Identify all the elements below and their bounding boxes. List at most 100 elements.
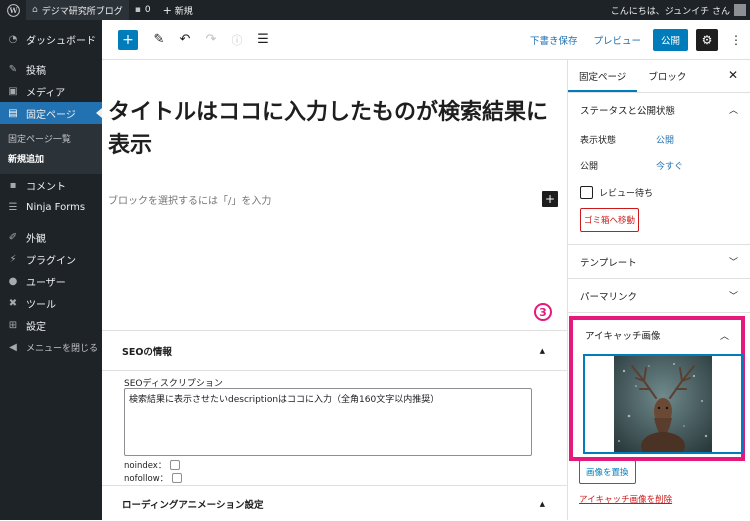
publish-label: 公開 bbox=[580, 161, 599, 172]
sidebar-item-pages[interactable]: ▤ 固定ページ bbox=[0, 102, 102, 124]
replace-image-button[interactable]: 画像を置換 bbox=[579, 460, 636, 484]
post-title[interactable]: タイトルはココに入力したものが検索結果に表示 bbox=[108, 96, 548, 162]
publish-button[interactable]: 公開 bbox=[652, 28, 688, 51]
media-icon: ▣ bbox=[8, 85, 18, 97]
sidebar-item-posts[interactable]: ✎ 投稿 bbox=[0, 58, 102, 80]
settings-tabs: 固定ページ ブロック ✕ bbox=[568, 60, 750, 93]
chevron-up-icon: ︿ bbox=[728, 106, 738, 116]
publish-date-value[interactable]: 今すぐ bbox=[656, 159, 683, 172]
noindex-row: noindex： bbox=[124, 459, 181, 471]
wrench-icon: ✖ bbox=[8, 297, 18, 309]
template-panel-title: テンプレート bbox=[580, 257, 637, 269]
noindex-label: noindex： bbox=[124, 461, 167, 471]
close-icon[interactable]: ✕ bbox=[728, 68, 738, 82]
sidebar-item-comments[interactable]: ▪ コメント bbox=[0, 174, 102, 196]
sidebar-item-label: 設定 bbox=[26, 321, 46, 333]
loading-panel-title: ローディングアニメーション設定 bbox=[122, 499, 264, 511]
editor-canvas: タイトルはココに入力したものが検索結果に表示 ブロックを選択するには「/」を入力… bbox=[102, 60, 567, 520]
submenu-add-new[interactable]: 新規追加 bbox=[0, 148, 102, 168]
settings-toggle-button[interactable]: ⚙ bbox=[696, 28, 718, 51]
svg-text:W: W bbox=[8, 6, 18, 15]
preview-button[interactable]: プレビュー bbox=[585, 33, 649, 47]
sidebar-item-media[interactable]: ▣ メディア bbox=[0, 80, 102, 102]
list-view-icon: ☰ bbox=[257, 32, 269, 47]
collapse-icon: ◀ bbox=[9, 341, 17, 353]
more-options-button[interactable]: ⋮ bbox=[722, 33, 750, 47]
sidebar-item-dashboard[interactable]: ◔ ダッシュボード bbox=[0, 28, 102, 50]
permalink-panel-header[interactable]: パーマリンク ﹀ bbox=[568, 279, 750, 312]
admin-sidebar: ◔ ダッシュボード ✎ 投稿 ▣ メディア ▤ 固定ページ 固定ページ一覧 新規… bbox=[0, 20, 102, 520]
submenu-all-pages[interactable]: 固定ページ一覧 bbox=[0, 128, 102, 148]
sidebar-item-label: メディア bbox=[26, 87, 66, 99]
details-button[interactable]: ⓘ bbox=[224, 27, 250, 53]
tab-block[interactable]: ブロック bbox=[637, 60, 697, 92]
plus-icon: + bbox=[122, 31, 134, 48]
sidebar-item-tools[interactable]: ✖ ツール bbox=[0, 292, 102, 314]
meta-boxes: SEOの情報 ▲ SEOディスクリプション 検索結果に表示させたいdescrip… bbox=[102, 330, 567, 520]
user-icon: ● bbox=[8, 275, 18, 287]
sidebar-item-ninja-forms[interactable]: ☰ Ninja Forms bbox=[0, 196, 102, 218]
comments-count: 0 bbox=[144, 5, 151, 15]
sidebar-item-label: 外観 bbox=[26, 233, 46, 245]
page-icon: ▤ bbox=[8, 107, 18, 119]
featured-image-panel-header[interactable]: アイキャッチ画像 ︿ bbox=[573, 320, 741, 350]
template-panel: テンプレート ﹀ bbox=[568, 245, 750, 279]
seo-panel-title: SEOの情報 bbox=[122, 346, 172, 358]
plus-icon: + bbox=[162, 3, 172, 17]
chevron-up-icon: ︿ bbox=[719, 331, 729, 342]
greeting-text: こんにちは、ジュンイチ さん bbox=[610, 6, 730, 17]
tab-page[interactable]: 固定ページ bbox=[568, 60, 637, 92]
sidebar-item-plugins[interactable]: ⚡ プラグイン bbox=[0, 248, 102, 270]
nofollow-row: nofollow： bbox=[124, 472, 183, 484]
remove-featured-image-link[interactable]: アイキャッチ画像を削除 bbox=[579, 493, 672, 505]
gear-icon: ⚙ bbox=[701, 32, 713, 47]
tools-button[interactable]: ✎ bbox=[146, 27, 172, 53]
save-draft-button[interactable]: 下書き保存 bbox=[522, 33, 586, 47]
template-panel-header[interactable]: テンプレート ﹀ bbox=[568, 245, 750, 278]
visibility-row: 表示状態 公開 bbox=[568, 126, 750, 152]
plus-icon: + bbox=[544, 192, 556, 206]
sidebar-item-label: メニューを閉じる bbox=[26, 343, 99, 354]
add-block-button[interactable]: + bbox=[118, 29, 138, 50]
move-to-trash-button[interactable]: ゴミ箱へ移動 bbox=[580, 208, 640, 232]
stag-photo bbox=[614, 356, 712, 452]
pending-review-checkbox[interactable] bbox=[580, 185, 593, 199]
list-view-button[interactable]: ☰ bbox=[250, 27, 276, 53]
status-panel-title: ステータスと公開状態 bbox=[580, 105, 676, 117]
new-content-link[interactable]: + 新規 bbox=[157, 0, 199, 20]
featured-image-preview[interactable] bbox=[583, 354, 743, 454]
sidebar-item-settings[interactable]: ⊞ 設定 bbox=[0, 314, 102, 336]
visibility-value[interactable]: 公開 bbox=[656, 133, 674, 146]
site-name-link[interactable]: ⌂ デジマ研究所ブログ bbox=[26, 0, 129, 20]
sidebar-item-users[interactable]: ● ユーザー bbox=[0, 270, 102, 292]
redo-button[interactable]: ↷ bbox=[198, 27, 224, 53]
form-icon: ☰ bbox=[8, 201, 18, 213]
visibility-label: 表示状態 bbox=[580, 135, 617, 146]
comments-link[interactable]: ▪ 0 bbox=[129, 0, 157, 20]
editor-toolbar: + ✎ ↶ ↷ ⓘ ☰ 下書き保存 プレビュー 公開 ⚙ ⋮ bbox=[102, 20, 750, 60]
inline-add-block-button[interactable]: + bbox=[542, 191, 558, 207]
vertical-ellipsis-icon: ⋮ bbox=[730, 32, 742, 47]
block-placeholder[interactable]: ブロックを選択するには「/」を入力 bbox=[108, 192, 271, 207]
nofollow-checkbox[interactable] bbox=[172, 473, 183, 483]
wordpress-logo-icon[interactable]: W bbox=[0, 0, 26, 20]
loading-animation-panel-header[interactable]: ローディングアニメーション設定 ▲ bbox=[102, 485, 567, 521]
redo-icon: ↷ bbox=[205, 32, 217, 47]
sidebar-item-label: ユーザー bbox=[26, 277, 66, 289]
permalink-panel-title: パーマリンク bbox=[580, 291, 638, 303]
sidebar-item-label: 固定ページ bbox=[26, 109, 76, 121]
sidebar-item-label: Ninja Forms bbox=[26, 201, 86, 213]
sidebar-collapse-menu[interactable]: ◀ メニューを閉じる bbox=[0, 336, 102, 358]
featured-image-highlight: アイキャッチ画像 ︿ bbox=[569, 316, 745, 461]
account-menu[interactable]: こんにちは、ジュンイチ さん bbox=[605, 0, 750, 20]
status-panel-header[interactable]: ステータスと公開状態 ︿ bbox=[568, 93, 750, 126]
featured-image-panel-title: アイキャッチ画像 bbox=[585, 331, 661, 342]
submenu-label: 新規追加 bbox=[8, 154, 45, 165]
noindex-checkbox[interactable] bbox=[170, 460, 181, 470]
pencil-icon: ✎ bbox=[153, 32, 165, 47]
seo-panel-header[interactable]: SEOの情報 ▲ bbox=[102, 331, 567, 371]
undo-button[interactable]: ↶ bbox=[172, 27, 198, 53]
seo-description-field[interactable]: 検索結果に表示させたいdescriptionはココに入力（全角160文字以内推奨… bbox=[124, 388, 532, 456]
sidebar-item-appearance[interactable]: ✐ 外観 bbox=[0, 226, 102, 248]
sidebar-item-label: ツール bbox=[26, 299, 56, 311]
